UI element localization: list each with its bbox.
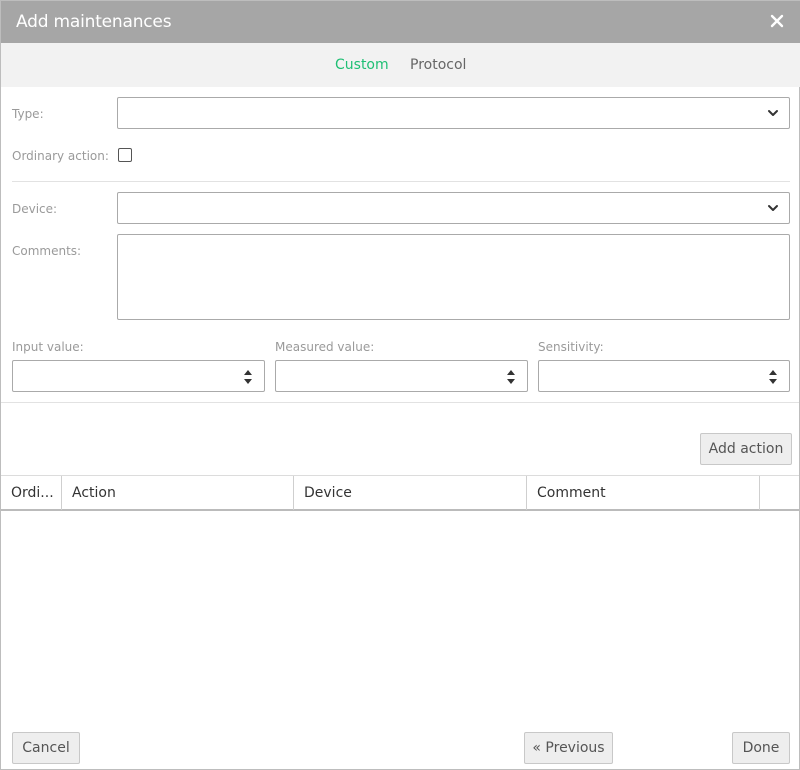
actions-grid-body xyxy=(1,511,799,721)
divider xyxy=(12,181,790,182)
ordinary-action-label: Ordinary action: xyxy=(12,149,109,163)
dialog-titlebar: Add maintenances xyxy=(1,1,800,43)
device-label: Device: xyxy=(12,202,58,216)
add-action-button[interactable]: Add action xyxy=(700,433,792,465)
cancel-button[interactable]: Cancel xyxy=(12,732,80,764)
comments-textarea[interactable] xyxy=(117,234,790,320)
type-select[interactable] xyxy=(117,97,790,129)
chevron-down-icon xyxy=(768,205,778,211)
tab-bar: Custom Protocol xyxy=(1,43,800,87)
stepper-arrows-icon[interactable] xyxy=(768,368,778,386)
sensitivity-field[interactable] xyxy=(538,360,790,392)
stepper-arrows-icon[interactable] xyxy=(506,368,516,386)
input-value-label: Input value: xyxy=(12,340,84,354)
ordinary-action-checkbox[interactable] xyxy=(118,148,132,162)
column-header-comment[interactable]: Comment xyxy=(527,476,760,510)
input-value-field[interactable] xyxy=(12,360,265,392)
device-select[interactable] xyxy=(117,192,790,224)
column-header-ordinary[interactable]: Ordi... xyxy=(1,476,62,510)
close-icon[interactable] xyxy=(767,11,787,31)
measured-value-label: Measured value: xyxy=(275,340,375,354)
stepper-arrows-icon[interactable] xyxy=(243,368,253,386)
done-button[interactable]: Done xyxy=(732,732,790,764)
tab-protocol[interactable]: Protocol xyxy=(410,57,466,73)
actions-grid-header: Ordi... Action Device Comment xyxy=(1,475,799,511)
column-header-action[interactable]: Action xyxy=(62,476,294,510)
measured-value-field[interactable] xyxy=(275,360,528,392)
comments-label: Comments: xyxy=(12,244,82,258)
column-header-device[interactable]: Device xyxy=(294,476,527,510)
column-header-extra xyxy=(760,476,799,510)
chevron-down-icon xyxy=(768,110,778,116)
type-label: Type: xyxy=(12,107,44,121)
sensitivity-label: Sensitivity: xyxy=(538,340,604,354)
previous-button[interactable]: « Previous xyxy=(524,732,613,764)
dialog-title: Add maintenances xyxy=(16,12,172,32)
tab-custom[interactable]: Custom xyxy=(335,57,389,73)
add-maintenances-dialog: Add maintenances Custom Protocol Type: O… xyxy=(0,0,800,770)
divider xyxy=(1,402,799,403)
